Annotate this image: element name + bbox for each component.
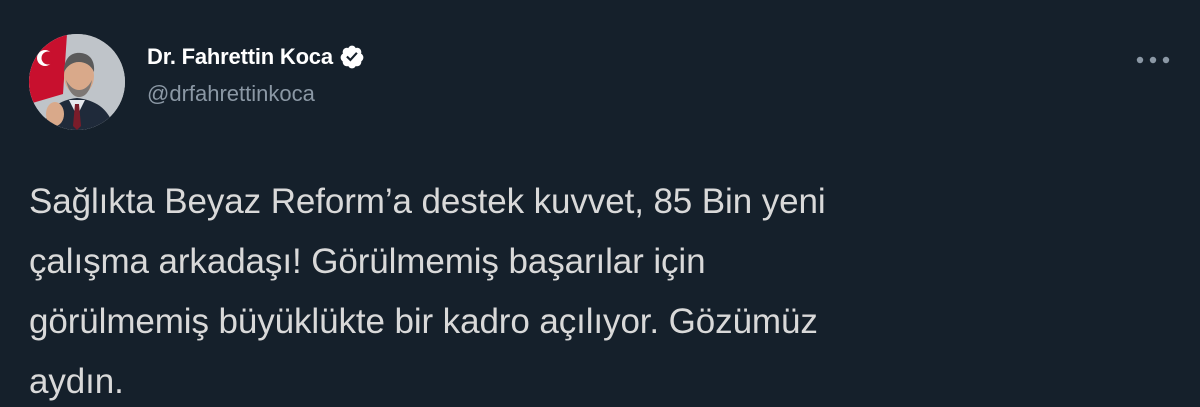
tweet-card: Dr. Fahrettin Koca @drfahrettinkoca Sağl…: [0, 0, 1200, 407]
more-options-icon[interactable]: [1131, 45, 1175, 75]
author-display-name[interactable]: Dr. Fahrettin Koca: [147, 44, 333, 70]
author-name-row: Dr. Fahrettin Koca: [147, 40, 365, 74]
avatar[interactable]: [29, 34, 125, 130]
avatar-image: [29, 34, 125, 130]
author-block: Dr. Fahrettin Koca @drfahrettinkoca: [147, 40, 365, 107]
author-handle[interactable]: @drfahrettinkoca: [147, 81, 365, 107]
tweet-text: Sağlıkta Beyaz Reform’a destek kuvvet, 8…: [29, 182, 826, 401]
verified-badge-icon: [339, 44, 365, 70]
